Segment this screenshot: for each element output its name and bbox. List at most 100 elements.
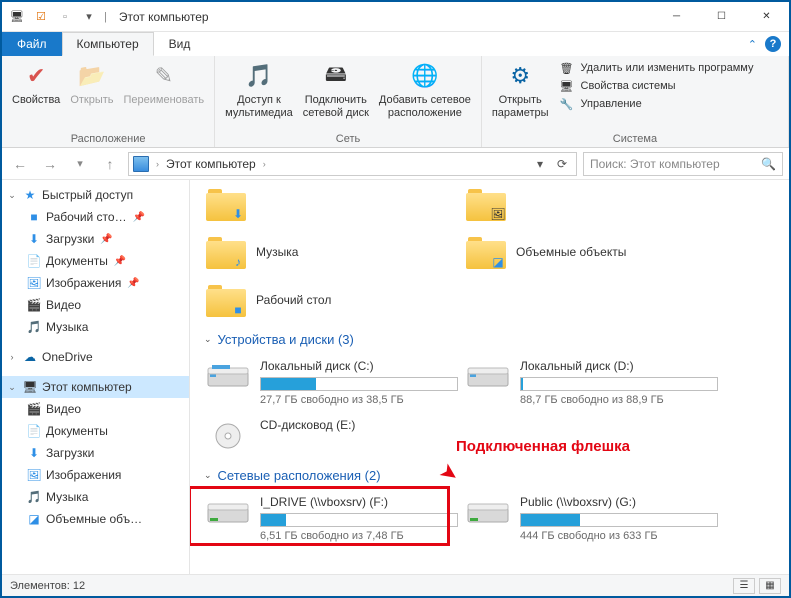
ribbon-group-location: ✔ Свойства 📂 Открыть ✎ Переименовать Рас… xyxy=(2,56,215,147)
folder-icon: ◪ xyxy=(466,234,506,270)
title-bar: 🖥 ☑ ▫ ▾ | Этот компьютер ─ ☐ ✕ xyxy=(2,2,789,32)
tree-onedrive[interactable]: ›☁OneDrive xyxy=(2,346,189,368)
manage-icon: 🔧 xyxy=(559,96,575,112)
pin-icon: 📌 xyxy=(100,234,112,245)
drive-c[interactable]: Локальный диск (C:) 27,7 ГБ свободно из … xyxy=(202,353,462,412)
window-title: Этот компьютер xyxy=(119,10,209,24)
tab-computer[interactable]: Компьютер xyxy=(62,32,154,56)
uninstall-button[interactable]: 🗑 Удалить или изменить программу xyxy=(559,60,754,76)
tree-videos[interactable]: 🎬Видео xyxy=(2,294,189,316)
up-button[interactable]: ↑ xyxy=(98,152,122,176)
folder-partial-pictures[interactable]: 🖼 xyxy=(462,180,722,228)
navigation-tree[interactable]: ⌄★Быстрый доступ ■Рабочий сто…📌 ⬇Загрузк… xyxy=(2,180,190,574)
pin-icon: 📌 xyxy=(133,212,145,223)
collapse-ribbon-icon[interactable]: ⌃ xyxy=(748,38,757,51)
tree-pc-videos[interactable]: 🎬Видео xyxy=(2,398,189,420)
address-row: ← → ▾ ↑ › Этот компьютер › ▾ ⟳ Поиск: Эт… xyxy=(2,148,789,180)
folder-icon: ■ xyxy=(206,282,246,318)
map-drive-button[interactable]: 🖴 Подключить сетевой диск xyxy=(299,58,373,121)
properties-icon: ✔ xyxy=(20,60,52,92)
media-icon: 🎵 xyxy=(243,60,275,92)
search-placeholder: Поиск: Этот компьютер xyxy=(590,157,720,171)
tree-pictures[interactable]: 🖼Изображения📌 xyxy=(2,272,189,294)
chevron-down-icon: ⌄ xyxy=(204,470,212,481)
capacity-bar xyxy=(520,513,718,527)
breadcrumb-root[interactable]: Этот компьютер xyxy=(166,157,256,171)
media-access-button[interactable]: 🎵 Доступ к мультимедиа xyxy=(221,58,297,121)
chevron-right-icon[interactable]: › xyxy=(153,159,162,169)
rename-icon: ✎ xyxy=(148,60,180,92)
app-icon: 🖥 xyxy=(8,8,26,26)
tree-pc-pictures[interactable]: 🖼Изображения xyxy=(2,464,189,486)
address-dropdown-button[interactable]: ▾ xyxy=(530,154,550,174)
help-button[interactable]: ? xyxy=(765,36,781,52)
tree-quick-access[interactable]: ⌄★Быстрый доступ xyxy=(2,184,189,206)
netdrive-g[interactable]: Public (\\vboxsrv) (G:) 444 ГБ свободно … xyxy=(462,489,722,548)
folder-desktop[interactable]: ■ Рабочий стол xyxy=(202,276,462,324)
folder-icon: 🖼 xyxy=(466,186,506,222)
manage-button[interactable]: 🔧 Управление xyxy=(559,96,754,112)
folder-icon: ⬇ xyxy=(206,186,246,222)
breadcrumb[interactable]: › Этот компьютер › ▾ ⟳ xyxy=(128,152,577,176)
view-details-button[interactable]: ☰ xyxy=(733,578,755,594)
properties-button[interactable]: ✔ Свойства xyxy=(8,58,64,109)
tree-desktop[interactable]: ■Рабочий сто…📌 xyxy=(2,206,189,228)
folder-music[interactable]: ♪ Музыка xyxy=(202,228,462,276)
section-drives[interactable]: ⌄ Устройства и диски (3) xyxy=(202,324,777,353)
search-input[interactable]: Поиск: Этот компьютер 🔍 xyxy=(583,152,783,176)
drive-e[interactable]: CD-дисковод (E:) xyxy=(202,412,462,460)
pin-icon: 📌 xyxy=(114,256,126,267)
back-button[interactable]: ← xyxy=(8,152,32,176)
view-tiles-button[interactable]: ▦ xyxy=(759,578,781,594)
rename-button: ✎ Переименовать xyxy=(120,58,209,109)
add-network-icon: 🌐 xyxy=(409,60,441,92)
tree-downloads[interactable]: ⬇Загрузки📌 xyxy=(2,228,189,250)
tree-pc-documents[interactable]: 📄Документы xyxy=(2,420,189,442)
hdd-icon xyxy=(466,359,510,395)
minimize-button[interactable]: ─ xyxy=(654,2,699,32)
section-network[interactable]: ⌄ Сетевые расположения (2) xyxy=(202,460,777,489)
tree-this-pc[interactable]: ⌄🖥Этот компьютер xyxy=(2,376,189,398)
search-icon[interactable]: 🔍 xyxy=(761,157,776,171)
folder-icon: ♪ xyxy=(206,234,246,270)
cd-icon xyxy=(206,418,250,454)
ribbon-group-system: ⚙ Открыть параметры 🗑 Удалить или измени… xyxy=(482,56,789,147)
add-network-button[interactable]: 🌐 Добавить сетевое расположение xyxy=(375,58,475,121)
capacity-bar xyxy=(520,377,718,391)
chevron-right-icon[interactable]: › xyxy=(260,159,269,169)
hdd-icon xyxy=(206,359,250,395)
forward-button[interactable]: → xyxy=(38,152,62,176)
map-drive-icon: 🖴 xyxy=(320,60,352,92)
qat-properties-icon[interactable]: ☑ xyxy=(32,8,50,26)
tree-pc-music[interactable]: 🎵Музыка xyxy=(2,486,189,508)
close-button[interactable]: ✕ xyxy=(744,2,789,32)
chevron-down-icon: ⌄ xyxy=(204,334,212,345)
ribbon-tabs: Файл Компьютер Вид ⌃ ? xyxy=(2,32,789,56)
thispc-icon xyxy=(133,156,149,172)
refresh-button[interactable]: ⟳ xyxy=(552,154,572,174)
capacity-bar xyxy=(260,377,458,391)
folder-3d-objects[interactable]: ◪ Объемные объекты xyxy=(462,228,722,276)
status-bar: Элементов: 12 ☰ ▦ xyxy=(2,574,789,596)
maximize-button[interactable]: ☐ xyxy=(699,2,744,32)
system-props-button[interactable]: 🖥 Свойства системы xyxy=(559,78,754,94)
settings-icon: ⚙ xyxy=(504,60,536,92)
content-pane[interactable]: ⬇ 🖼 ♪ Музыка ◪ Объемные объекты ■ Рабочи… xyxy=(190,180,789,574)
system-props-icon: 🖥 xyxy=(559,78,575,94)
folder-partial-downloads[interactable]: ⬇ xyxy=(202,180,462,228)
tree-pc-3d[interactable]: ◪Объемные объ… xyxy=(2,508,189,530)
history-button[interactable]: ▾ xyxy=(68,152,92,176)
open-icon: 📂 xyxy=(76,60,108,92)
pin-icon: 📌 xyxy=(127,278,139,289)
qat-new-icon[interactable]: ▫ xyxy=(56,8,74,26)
tree-pc-downloads[interactable]: ⬇Загрузки xyxy=(2,442,189,464)
open-settings-button[interactable]: ⚙ Открыть параметры xyxy=(488,58,553,121)
tree-music[interactable]: 🎵Музыка xyxy=(2,316,189,338)
ribbon-group-network: 🎵 Доступ к мультимедиа 🖴 Подключить сете… xyxy=(215,56,482,147)
network-drive-icon xyxy=(466,495,510,531)
qat-dropdown-icon[interactable]: ▾ xyxy=(80,8,98,26)
tab-view[interactable]: Вид xyxy=(154,32,206,56)
tree-documents[interactable]: 📄Документы📌 xyxy=(2,250,189,272)
drive-d[interactable]: Локальный диск (D:) 88,7 ГБ свободно из … xyxy=(462,353,722,412)
tab-file[interactable]: Файл xyxy=(2,32,62,56)
